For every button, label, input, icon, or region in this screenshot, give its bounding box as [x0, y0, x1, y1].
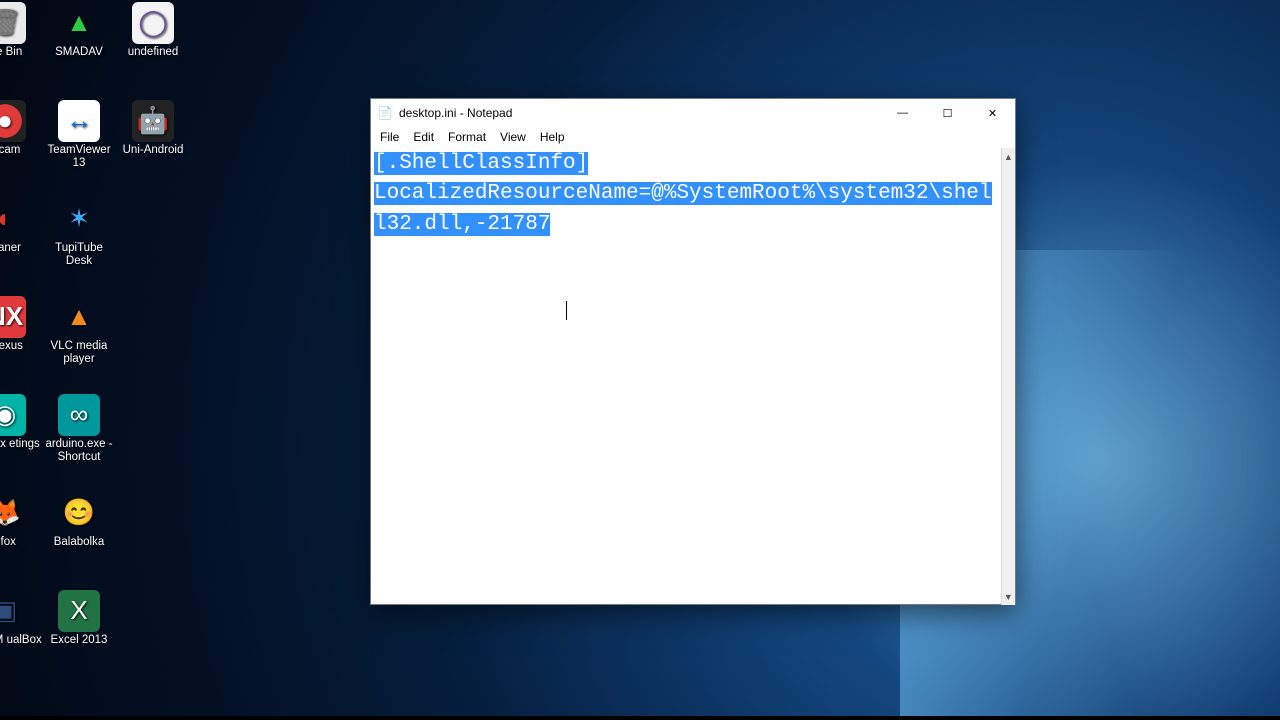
taskbar-edge [0, 716, 1280, 720]
menu-help[interactable]: Help [533, 129, 572, 145]
desktop-icon-balabolka[interactable]: 😊 Balabolka [42, 492, 116, 549]
desktop-icon-smadav[interactable]: ▲ SMADAV [42, 2, 116, 59]
icon-label: cle VM ualBox [0, 634, 42, 647]
vlc-icon: ▲ [58, 296, 100, 338]
desktop[interactable]: 🗑cle Bin▲SMADAV◯undefined●dicam↔TeamView… [0, 0, 1280, 720]
desktop-icon-bandicam[interactable]: ● dicam [0, 100, 42, 157]
menu-view[interactable]: View [493, 129, 533, 145]
menubar: File Edit Format View Help [371, 127, 1015, 148]
desktop-icon-tupitube[interactable]: ✶TupiTube Desk [42, 198, 116, 268]
undefined-icon: ◯ [132, 2, 174, 44]
desktop-icon-fontnexus[interactable]: NX tNexus [0, 296, 42, 353]
icon-label: Webex etings [0, 438, 42, 451]
arduino-icon: ∞ [58, 394, 100, 436]
desktop-icon-teamviewer[interactable]: ↔TeamViewer 13 [42, 100, 116, 170]
icon-label: Excel 2013 [42, 634, 116, 647]
uni-android-icon: 🤖 [132, 100, 174, 142]
desktop-icon-virtualbox[interactable]: ▣ cle VM ualBox [0, 590, 42, 647]
icon-label: tNexus [0, 340, 42, 353]
desktop-icon-undefined[interactable]: ◯ undefined [116, 2, 190, 59]
fontnexus-icon: NX [0, 296, 26, 338]
desktop-icon-vlc[interactable]: ▲VLC media player [42, 296, 116, 366]
vertical-scrollbar[interactable]: ▲ ▼ [1001, 148, 1015, 605]
icon-label: SMADAV [42, 46, 116, 59]
desktop-icon-webex[interactable]: ◉ Webex etings [0, 394, 42, 451]
window-title: desktop.ini - Notepad [399, 106, 512, 120]
desktop-icon-ccleaner[interactable]: ◐ leaner [0, 198, 42, 255]
selected-text: [.ShellClassInfo] LocalizedResourceName=… [374, 152, 992, 236]
icon-label: cle Bin [0, 46, 42, 59]
tupitube-icon: ✶ [58, 198, 100, 240]
notepad-window[interactable]: 📄 desktop.ini - Notepad — ☐ ✕ File Edit … [370, 98, 1016, 605]
icon-label: efox [0, 536, 42, 549]
desktop-icon-uni-android[interactable]: 🤖 Uni-Android [116, 100, 190, 157]
firefox-icon: 🦊 [0, 492, 26, 534]
scroll-up-button[interactable]: ▲ [1002, 148, 1015, 165]
icon-label: leaner [0, 242, 42, 255]
teamviewer-icon: ↔ [58, 100, 100, 142]
icon-label: undefined [116, 46, 190, 59]
icon-label: Balabolka [42, 536, 116, 549]
titlebar[interactable]: 📄 desktop.ini - Notepad — ☐ ✕ [371, 99, 1015, 127]
notepad-icon: 📄 [377, 105, 393, 121]
menu-format[interactable]: Format [441, 129, 493, 145]
ccleaner-icon: ◐ [0, 198, 26, 240]
bandicam-icon: ● [0, 100, 26, 142]
balabolka-icon: 😊 [58, 492, 100, 534]
icon-label: dicam [0, 144, 42, 157]
menu-edit[interactable]: Edit [406, 129, 441, 145]
recycle-bin-icon: 🗑 [0, 2, 26, 44]
icon-label: arduino.exe - Shortcut [42, 438, 116, 464]
maximize-button[interactable]: ☐ [925, 99, 970, 127]
icon-label: TupiTube Desk [42, 242, 116, 268]
desktop-icon-firefox[interactable]: 🦊 efox [0, 492, 42, 549]
close-button[interactable]: ✕ [970, 99, 1015, 127]
minimize-button[interactable]: — [880, 99, 925, 127]
desktop-icon-recycle-bin[interactable]: 🗑 cle Bin [0, 2, 42, 59]
text-caret [566, 301, 567, 320]
excel-icon: X [58, 590, 100, 632]
webex-icon: ◉ [0, 394, 26, 436]
icon-label: Uni-Android [116, 144, 190, 157]
virtualbox-icon: ▣ [0, 590, 26, 632]
smadav-icon: ▲ [58, 2, 100, 44]
icon-label: VLC media player [42, 340, 116, 366]
icon-label: TeamViewer 13 [42, 144, 116, 170]
desktop-icon-excel[interactable]: X Excel 2013 [42, 590, 116, 647]
menu-file[interactable]: File [373, 129, 406, 145]
scroll-down-button[interactable]: ▼ [1002, 588, 1015, 605]
text-area[interactable]: [.ShellClassInfo] LocalizedResourceName=… [371, 148, 1001, 605]
desktop-icon-arduino[interactable]: ∞arduino.exe - Shortcut [42, 394, 116, 464]
